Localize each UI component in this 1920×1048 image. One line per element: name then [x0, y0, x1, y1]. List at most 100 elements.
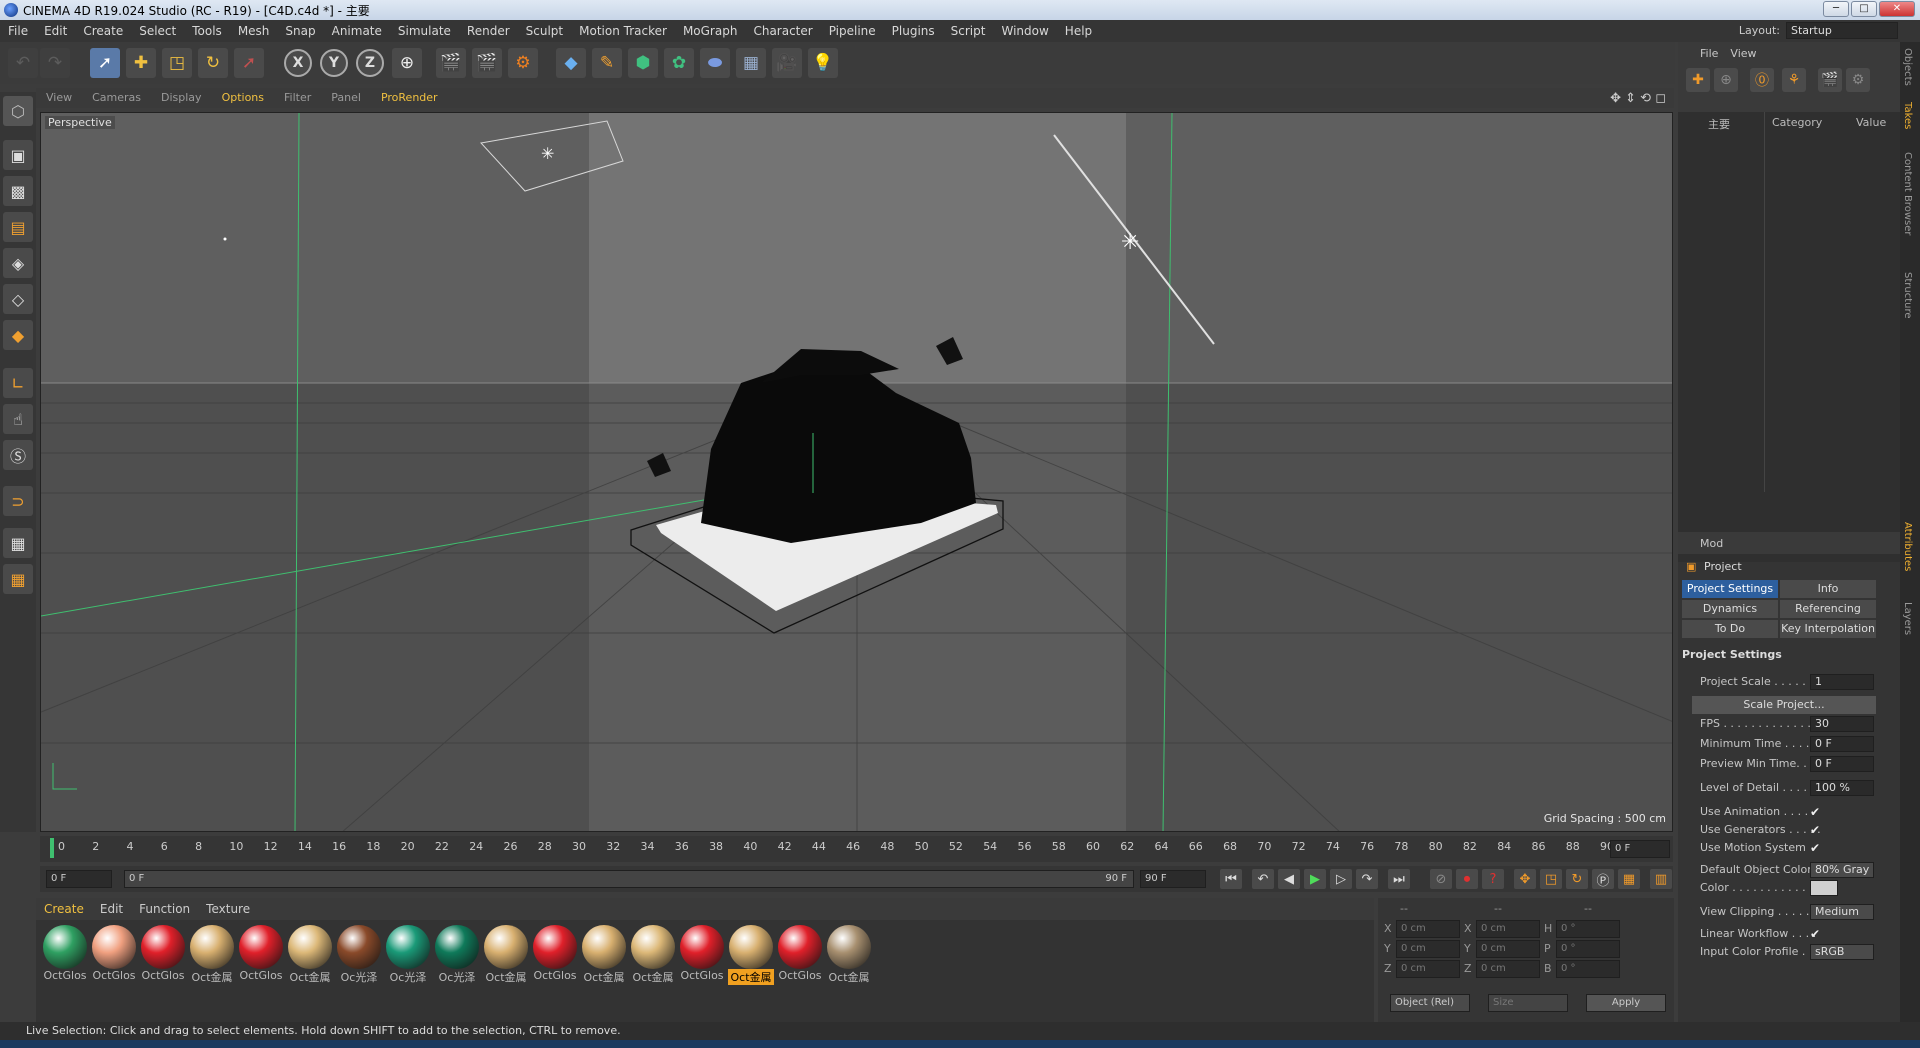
material-swatch[interactable]: Oct金属: [630, 925, 676, 987]
material-menu-create[interactable]: Create: [36, 898, 92, 920]
menu-render[interactable]: Render: [459, 20, 518, 42]
side-tab-structure[interactable]: Structure: [1902, 272, 1913, 319]
coord-value-field[interactable]: 0 °: [1556, 960, 1620, 978]
coord-value-field[interactable]: 0 cm: [1476, 920, 1540, 938]
viewport-menu-display[interactable]: Display: [151, 88, 212, 108]
tab-info[interactable]: Info: [1780, 580, 1876, 598]
key-position-icon[interactable]: ✥: [1514, 869, 1536, 889]
coord-value-field[interactable]: 0 cm: [1476, 940, 1540, 958]
texture-mode-icon[interactable]: ▩: [3, 176, 33, 206]
menu-simulate[interactable]: Simulate: [390, 20, 459, 42]
attribute-mode-menu[interactable]: Mod: [1678, 537, 1723, 550]
world-coordinates-icon[interactable]: ⊕: [392, 48, 422, 78]
x-axis-icon[interactable]: X: [284, 49, 312, 77]
side-tab-objects[interactable]: Objects: [1902, 48, 1913, 86]
property-value-field[interactable]: 0 F: [1810, 756, 1874, 772]
property-value-field[interactable]: Medium: [1810, 904, 1874, 920]
z-axis-icon[interactable]: Z: [356, 49, 384, 77]
key-pla-icon[interactable]: ▦: [1618, 869, 1640, 889]
keyframe-selection-icon[interactable]: ?: [1482, 869, 1504, 889]
menu-window[interactable]: Window: [993, 20, 1056, 42]
end-frame-field[interactable]: 90 F: [1140, 870, 1206, 888]
coord-value-field[interactable]: 0 cm: [1396, 960, 1460, 978]
menu-edit[interactable]: Edit: [36, 20, 75, 42]
side-tab-takes[interactable]: Takes: [1902, 102, 1913, 129]
side-tab-content-browser[interactable]: Content Browser: [1902, 152, 1913, 235]
axis-mode-icon[interactable]: ∟: [3, 368, 33, 398]
coord-value-field[interactable]: 0 cm: [1396, 920, 1460, 938]
minimize-button[interactable]: ─: [1823, 1, 1849, 17]
property-value-field[interactable]: 30: [1810, 716, 1874, 732]
pen-icon[interactable]: ✎: [592, 48, 622, 78]
cloner-icon[interactable]: ✿: [664, 48, 694, 78]
viewport-nav-icons[interactable]: ✥ ⇕ ⟲ ◻: [1610, 91, 1666, 106]
side-tab-attributes[interactable]: Attributes: [1902, 522, 1913, 571]
tab-dynamics[interactable]: Dynamics: [1682, 600, 1778, 618]
material-swatch[interactable]: OctGlos: [238, 925, 284, 987]
coord-value-field[interactable]: 0 °: [1556, 920, 1620, 938]
rotate-icon[interactable]: ↻: [198, 48, 228, 78]
tweak-mode-icon[interactable]: ☝: [3, 404, 33, 434]
light-icon[interactable]: 💡: [808, 48, 838, 78]
playhead[interactable]: [50, 838, 54, 858]
om-menu-view[interactable]: View: [1724, 47, 1762, 60]
om-menu-file[interactable]: File: [1678, 47, 1724, 60]
menu-file[interactable]: File: [0, 20, 36, 42]
menu-select[interactable]: Select: [131, 20, 184, 42]
menu-tools[interactable]: Tools: [184, 20, 230, 42]
edges-mode-icon[interactable]: ◇: [3, 284, 33, 314]
tab-referencing[interactable]: Referencing: [1780, 600, 1876, 618]
record-keys-icon[interactable]: ⊘: [1430, 869, 1452, 889]
size-mode-dropdown[interactable]: Size: [1488, 994, 1568, 1012]
preview-range-slider[interactable]: 0 F 90 F: [124, 870, 1134, 888]
previous-key-icon[interactable]: ↶: [1252, 869, 1274, 889]
model-mode-icon[interactable]: ▣: [3, 140, 33, 170]
auto-take-icon[interactable]: ⓪: [1750, 68, 1774, 92]
maximize-button[interactable]: □: [1851, 1, 1877, 17]
key-parameter-icon[interactable]: Ⓟ: [1592, 869, 1614, 889]
lock-workplane-icon[interactable]: ▦: [3, 528, 33, 558]
cube-icon[interactable]: ◆: [556, 48, 586, 78]
solo-icon[interactable]: Ⓢ: [3, 440, 33, 470]
property-value-field[interactable]: 80% Gray: [1810, 862, 1874, 878]
menu-mograph[interactable]: MoGraph: [675, 20, 746, 42]
planar-workplane-icon[interactable]: ▦: [3, 564, 33, 594]
material-menu-function[interactable]: Function: [131, 898, 198, 920]
tab-todo[interactable]: To Do: [1682, 620, 1778, 638]
menu-motion-tracker[interactable]: Motion Tracker: [571, 20, 675, 42]
close-button[interactable]: ✕: [1879, 1, 1915, 17]
recent-tool-icon[interactable]: ➚: [234, 48, 264, 78]
material-swatch[interactable]: OctGlos: [140, 925, 186, 987]
take-clone-icon[interactable]: ⊕: [1714, 68, 1738, 92]
snap-icon[interactable]: ⊃: [3, 486, 33, 516]
move-icon[interactable]: ✚: [126, 48, 156, 78]
y-axis-icon[interactable]: Y: [320, 49, 348, 77]
apply-button[interactable]: Apply: [1586, 994, 1666, 1012]
material-swatch[interactable]: Oct金属: [189, 925, 235, 987]
make-editable-icon[interactable]: ⬡: [3, 96, 33, 126]
coord-value-field[interactable]: 0 °: [1556, 940, 1620, 958]
material-menu-texture[interactable]: Texture: [198, 898, 258, 920]
material-swatch[interactable]: Oct金属: [483, 925, 529, 987]
viewport-menu-options[interactable]: Options: [212, 88, 274, 108]
redo-icon[interactable]: ↷: [40, 48, 70, 78]
property-checkbox[interactable]: ✔: [1810, 823, 1824, 837]
key-rotation-icon[interactable]: ↻: [1566, 869, 1588, 889]
material-swatch[interactable]: Oct金属: [826, 925, 872, 987]
play-icon[interactable]: ▶: [1304, 869, 1326, 889]
live-selection-icon[interactable]: ➚: [90, 48, 120, 78]
viewport-menu-filter[interactable]: Filter: [274, 88, 321, 108]
menu-script[interactable]: Script: [943, 20, 994, 42]
subdivision-icon[interactable]: ⬢: [628, 48, 658, 78]
viewport-menu-cameras[interactable]: Cameras: [82, 88, 151, 108]
menu-help[interactable]: Help: [1057, 20, 1100, 42]
viewport-menu-view[interactable]: View: [36, 88, 82, 108]
side-tab-layers[interactable]: Layers: [1902, 602, 1913, 635]
scale-project-button[interactable]: Scale Project...: [1692, 696, 1876, 714]
property-value-field[interactable]: sRGB: [1810, 944, 1874, 960]
material-swatch[interactable]: Oc光泽: [434, 925, 480, 987]
render-view-icon[interactable]: 🎬: [436, 48, 466, 78]
menu-plugins[interactable]: Plugins: [884, 20, 943, 42]
edit-render-settings-icon[interactable]: ⚙: [508, 48, 538, 78]
take-render-icon[interactable]: 🎬: [1818, 68, 1842, 92]
